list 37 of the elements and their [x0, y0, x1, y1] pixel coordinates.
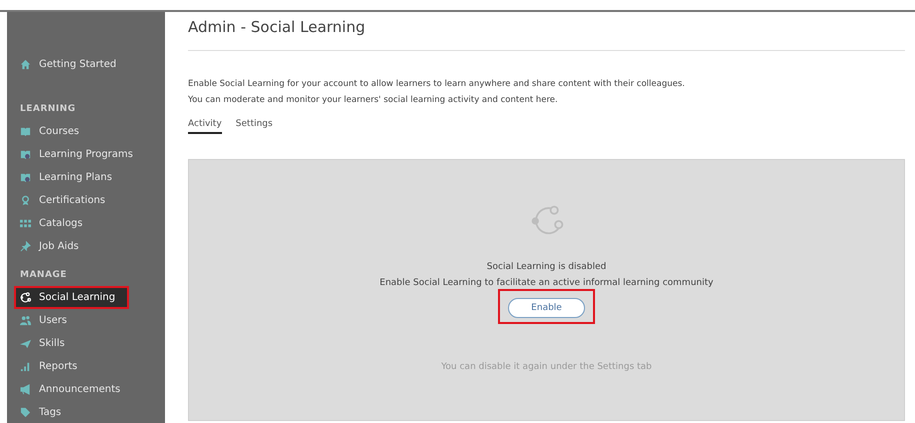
- message-text: Enable Social Learning to facilitate an active informal learning community: [380, 278, 714, 288]
- description-text: Enable Social Learning for your account to allow learners to learn anywhere and share content with their colleagues.: [188, 78, 686, 91]
- grid-icon: [20, 218, 31, 229]
- tab[interactable]: Activity: [188, 119, 222, 134]
- pin-icon: [20, 241, 31, 252]
- tag-icon: [20, 407, 31, 418]
- sidebar-item[interactable]: Catalogs: [7, 212, 165, 235]
- description-text: You can moderate and monitor your learners' social learning activity and content here.: [188, 94, 559, 107]
- sidebar-item[interactable]: Job Aids: [7, 235, 165, 258]
- sidebar-item[interactable]: Users: [7, 309, 165, 332]
- sidebar-item[interactable]: Social Learning: [14, 286, 129, 309]
- sidebar-item[interactable]: Skills: [7, 332, 165, 355]
- sidebar-item[interactable]: Certifications: [7, 189, 165, 212]
- sidebar-item[interactable]: Learning Plans: [7, 166, 165, 189]
- sidebar-item[interactable]: Reports: [7, 355, 165, 378]
- social-icon: [20, 292, 31, 303]
- tab[interactable]: Settings: [236, 119, 273, 134]
- users-icon: [20, 315, 31, 326]
- hint-text: You can disable it again under the Settings tab: [441, 362, 652, 372]
- book-icon: [20, 172, 31, 183]
- book-icon: [20, 149, 31, 160]
- page-title: Admin - Social Learning: [188, 12, 905, 51]
- home-icon: [20, 59, 31, 70]
- enable-button[interactable]: Enable: [508, 298, 585, 318]
- megaphone-icon: [20, 384, 31, 395]
- sidebar-item[interactable]: Courses: [7, 120, 165, 143]
- paper-plane-icon: [20, 338, 31, 349]
- book-icon: [20, 126, 31, 137]
- sidebar-item[interactable]: Announcements: [7, 378, 165, 401]
- sidebar-item[interactable]: Tags: [7, 401, 165, 423]
- sidebar-item[interactable]: Learning Programs: [7, 143, 165, 166]
- bar-chart-icon: [20, 361, 31, 372]
- sidebar-item[interactable]: Getting Started: [7, 53, 165, 76]
- status-text: Social Learning is disabled: [486, 262, 606, 272]
- section-heading: MANAGE: [19, 269, 68, 282]
- section-heading: LEARNING: [19, 103, 77, 116]
- award-icon: [20, 195, 31, 206]
